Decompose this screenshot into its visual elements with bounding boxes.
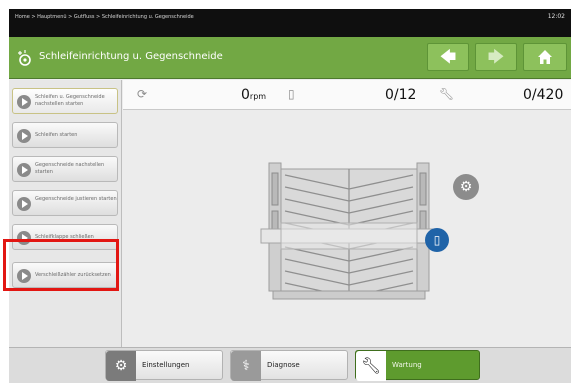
- sidebar-item-label: Gegenschneide nachstellen starten: [35, 162, 105, 175]
- maintenance-button[interactable]: 🔧︎ Wartung: [355, 350, 480, 381]
- home-icon: [538, 50, 552, 64]
- home-button[interactable]: [523, 43, 567, 71]
- breadcrumb[interactable]: Home > Hauptmenü > Gutfluss > Schleifein…: [15, 14, 194, 20]
- page-title: Schleifeinrichtung u. Gegenschneide: [39, 51, 223, 62]
- settings-label: Einstellungen: [142, 361, 190, 369]
- play-icon: [17, 129, 31, 143]
- diagnose-button[interactable]: ⚕ Diagnose: [230, 350, 348, 381]
- play-icon: [17, 163, 31, 177]
- arrow-left-icon: 🡄: [439, 47, 457, 66]
- tool-count-readout: 0/420: [523, 87, 564, 103]
- forward-button[interactable]: 🡆: [475, 43, 517, 71]
- back-button[interactable]: 🡄: [427, 43, 469, 71]
- count-readout: 0/12: [385, 87, 417, 103]
- stethoscope-icon: ⚕: [231, 351, 261, 381]
- title-bar: Schleifeinrichtung u. Gegenschneide 🡄 🡆: [9, 37, 571, 79]
- play-icon: [17, 197, 31, 211]
- sidebar-item-adjust-counterblade[interactable]: Gegenschneide nachstellen starten: [12, 156, 118, 182]
- rotation-icon: ⟳: [137, 87, 148, 101]
- breadcrumb-bar: Home > Hauptmenü > Gutfluss > Schleifein…: [9, 9, 571, 37]
- wrench-icon: 🔧︎: [356, 351, 386, 381]
- gear-badge-icon[interactable]: ⚙: [453, 174, 479, 200]
- sidebar-item-label: Schleifen u. Gegenschneide nachstellen s…: [35, 94, 105, 107]
- sidebar-item-start-grinding[interactable]: Schleifen starten: [12, 122, 118, 148]
- diagnose-label: Diagnose: [267, 361, 300, 369]
- rpm-unit: rpm: [249, 92, 267, 101]
- settings-button[interactable]: ⚙ Einstellungen: [105, 350, 223, 381]
- grinder-icon: [18, 50, 31, 66]
- machine-diagram: ⚙ ▯: [123, 111, 571, 347]
- sidebar-item-grind-and-adjust[interactable]: Schleifen u. Gegenschneide nachstellen s…: [12, 88, 118, 114]
- clock: 12:02: [547, 13, 565, 20]
- sidebar-item-label: Gegenschneide justieren starten: [35, 196, 117, 202]
- sidebar-item-label: Schleifen starten: [35, 132, 78, 138]
- maintenance-label: Wartung: [392, 361, 422, 369]
- highlight-box: [3, 239, 119, 291]
- play-icon: [17, 95, 31, 109]
- rpm-value: 0: [241, 87, 250, 103]
- chopper-illustration: [260, 162, 438, 300]
- gears-icon: ⚙: [106, 351, 136, 381]
- sidebar-item-calibrate-counterblade[interactable]: Gegenschneide justieren starten: [12, 190, 118, 216]
- sensor-icon: ▯: [288, 87, 295, 101]
- bottom-bar: ⚙ Einstellungen ⚕ Diagnose 🔧︎ Wartung: [9, 347, 571, 383]
- arrow-right-icon: 🡆: [487, 47, 505, 66]
- wrench-icon: 🔧︎: [439, 87, 455, 101]
- sidebar: Schleifen u. Gegenschneide nachstellen s…: [9, 80, 122, 347]
- sensor-badge-icon[interactable]: ▯: [425, 228, 449, 252]
- status-row: ⟳ 0rpm ▯ 0/12 🔧︎ 0/420: [123, 80, 571, 110]
- rpm-readout: 0rpm: [241, 87, 266, 103]
- app-window: Home > Hauptmenü > Gutfluss > Schleifein…: [9, 9, 571, 383]
